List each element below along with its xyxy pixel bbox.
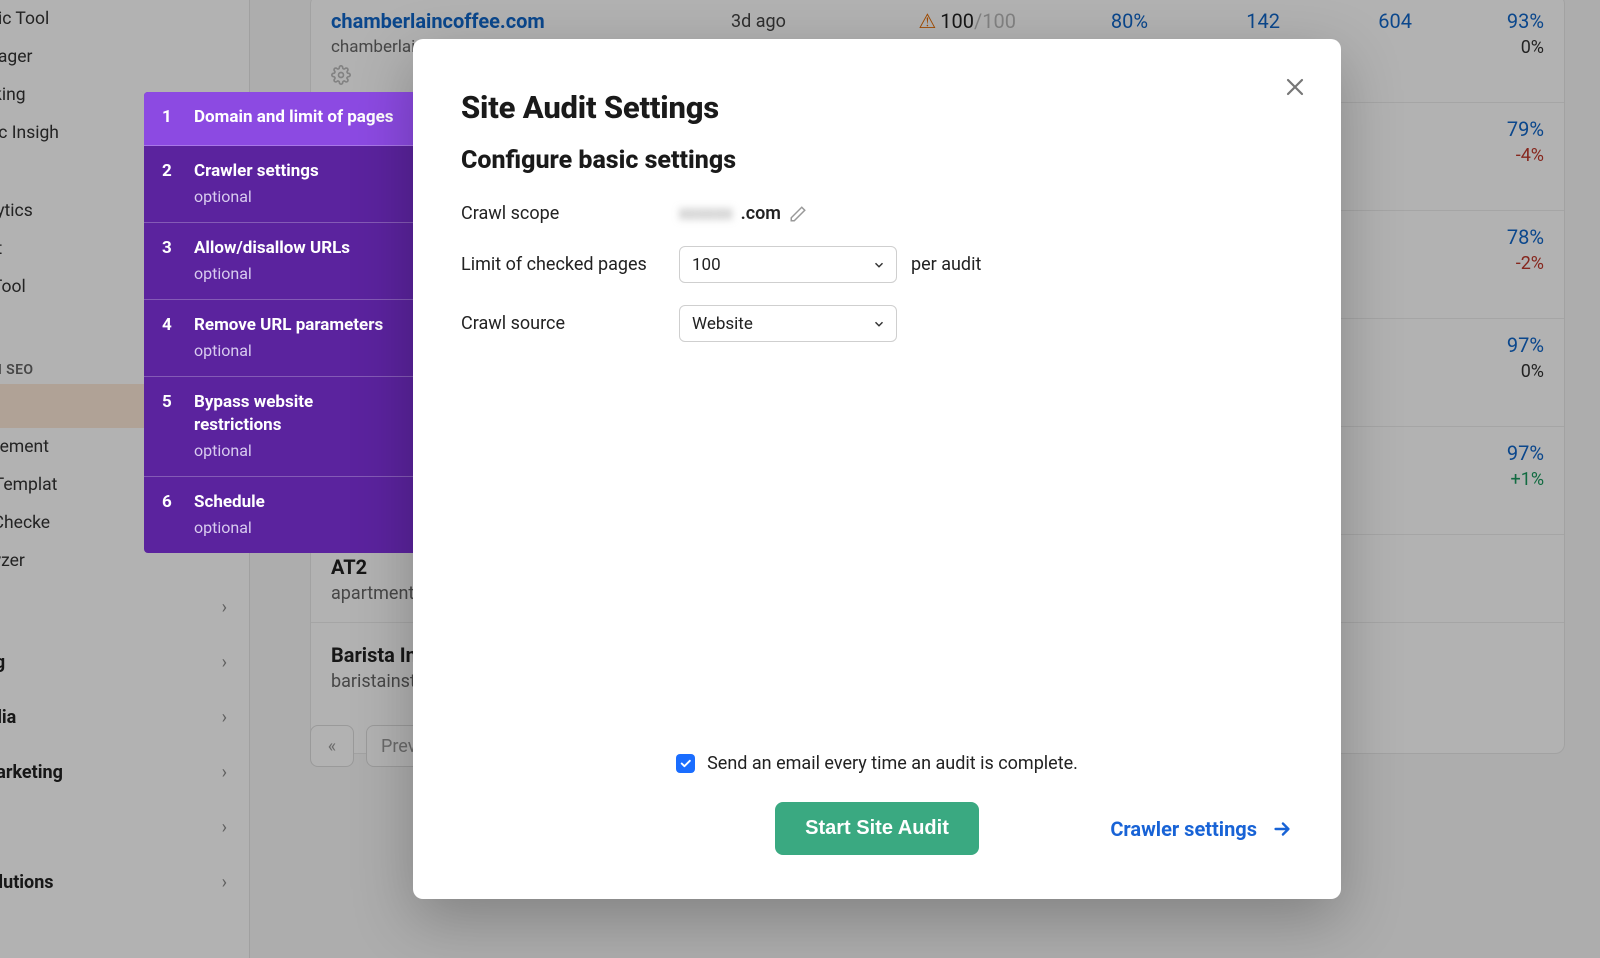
wizard-step-5[interactable]: 5 Bypass website restrictions optional [144,377,419,477]
limit-select[interactable]: 100 [679,246,897,283]
source-select-value: Website [692,314,753,334]
modal-subtitle: Configure basic settings [461,146,1293,175]
modal-footer: Send an email every time an audit is com… [461,753,1293,855]
email-checkbox-label: Send an email every time an audit is com… [707,753,1078,774]
chevron-down-icon [872,258,886,272]
wizard-step-4[interactable]: 4 Remove URL parameters optional [144,300,419,377]
wizard-step-title: Schedule [194,491,401,514]
crawl-scope-suffix: .com [741,203,781,224]
wizard-step-optional: optional [194,264,401,283]
wizard-step-number: 1 [162,106,176,129]
next-link-label: Crawler settings [1110,817,1257,841]
email-checkbox[interactable] [676,754,695,773]
wizard-step-2[interactable]: 2 Crawler settings optional [144,146,419,223]
wizard-step-title: Remove URL parameters [194,314,401,337]
edit-icon[interactable] [789,205,807,223]
site-audit-settings-modal: Site Audit Settings Configure basic sett… [413,39,1341,899]
wizard-step-optional: optional [194,341,401,360]
wizard-step-number: 4 [162,314,176,360]
wizard-step-optional: optional [194,441,401,460]
wizard-step-title: Crawler settings [194,160,401,183]
wizard-step-number: 5 [162,391,176,460]
wizard-step-number: 2 [162,160,176,206]
wizard-step-optional: optional [194,187,401,206]
source-row: Crawl source Website [461,305,1293,342]
wizard-step-6[interactable]: 6 Schedule optional [144,477,419,553]
limit-select-value: 100 [692,255,721,275]
crawl-scope-row: Crawl scope xxxxxx .com [461,203,1293,224]
crawl-scope-label: Crawl scope [461,203,679,224]
wizard-step-optional: optional [194,518,401,537]
wizard-step-title: Bypass website restrictions [194,391,401,437]
wizard-step-number: 3 [162,237,176,283]
source-label: Crawl source [461,313,679,334]
wizard-step-1[interactable]: 1 Domain and limit of pages [144,92,419,146]
wizard-step-3[interactable]: 3 Allow/disallow URLs optional [144,223,419,300]
limit-row: Limit of checked pages 100 per audit [461,246,1293,283]
email-checkbox-row: Send an email every time an audit is com… [461,753,1293,774]
close-icon [1283,75,1307,99]
arrow-right-icon [1271,818,1293,840]
wizard-step-title: Domain and limit of pages [194,106,401,129]
close-button[interactable] [1275,67,1315,107]
start-site-audit-button[interactable]: Start Site Audit [775,802,979,855]
limit-label: Limit of checked pages [461,254,679,275]
modal-title: Site Audit Settings [461,89,1293,126]
wizard-step-title: Allow/disallow URLs [194,237,401,260]
crawl-scope-domain-blurred: xxxxxx [679,203,733,224]
per-audit-label: per audit [911,254,981,275]
crawler-settings-link[interactable]: Crawler settings [1110,817,1293,841]
chevron-down-icon [872,317,886,331]
wizard-steps: 1 Domain and limit of pages 2 Crawler se… [144,92,419,553]
check-icon [679,757,692,770]
source-select[interactable]: Website [679,305,897,342]
wizard-step-number: 6 [162,491,176,537]
crawl-scope-value: xxxxxx .com [679,203,807,224]
